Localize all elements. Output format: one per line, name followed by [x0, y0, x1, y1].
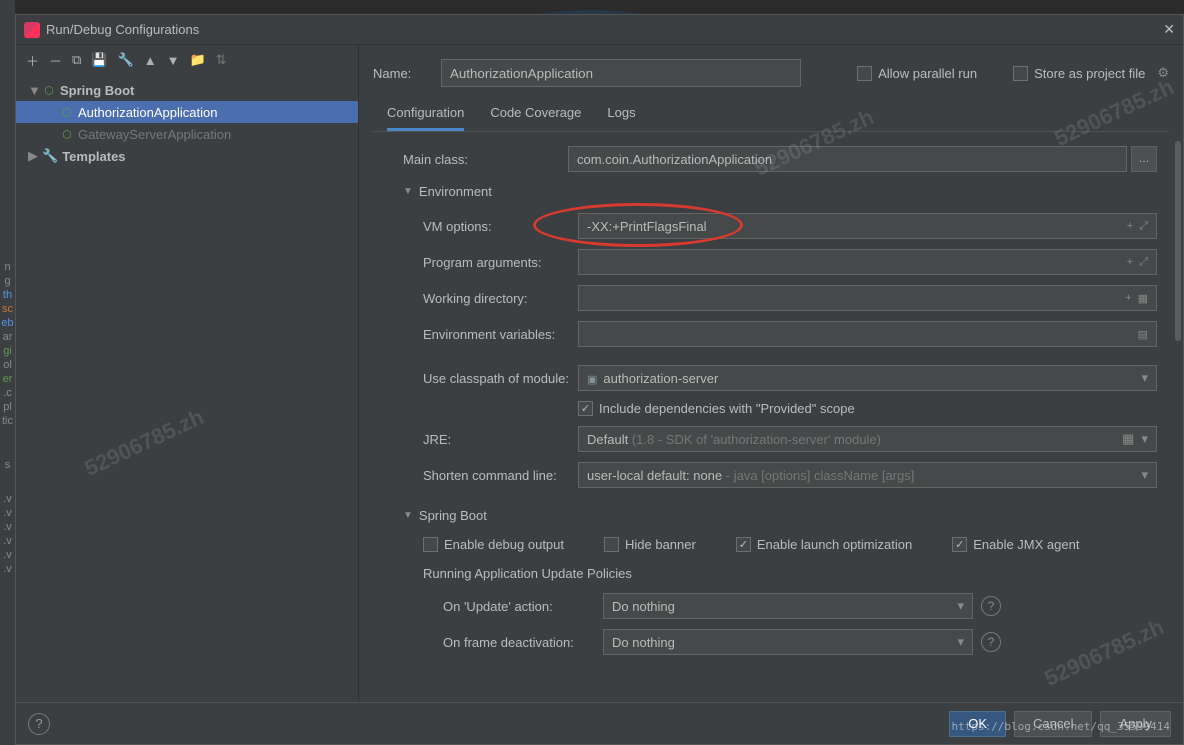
help-button[interactable]: ?: [28, 713, 50, 735]
window-title: Run/Debug Configurations: [46, 22, 1163, 37]
program-args-input[interactable]: +⤢: [578, 249, 1157, 275]
save-icon[interactable]: 💾: [91, 52, 107, 68]
classpath-select[interactable]: ▣authorization-server ▾: [578, 365, 1157, 391]
config-tabs: Configuration Code Coverage Logs: [373, 105, 1169, 132]
up-icon[interactable]: ▲: [144, 53, 157, 68]
browse-class-button[interactable]: …: [1131, 146, 1157, 172]
working-dir-label: Working directory:: [423, 291, 578, 306]
wrench-icon[interactable]: 🔧: [118, 52, 134, 68]
expand-icon[interactable]: ⤢: [1139, 220, 1148, 233]
expand-icon: ▶: [28, 148, 42, 164]
working-dir-input[interactable]: +▦: [578, 285, 1157, 311]
tab-configuration[interactable]: Configuration: [387, 105, 464, 131]
app-icon: [24, 22, 40, 38]
sort-icon[interactable]: ⇅: [216, 52, 227, 68]
add-icon[interactable]: +: [1125, 292, 1131, 305]
chevron-down-icon: ▾: [957, 634, 964, 650]
enable-launch-checkbox[interactable]: [736, 537, 751, 552]
scrollbar[interactable]: [1175, 141, 1181, 341]
on-update-select[interactable]: Do nothing▾: [603, 593, 973, 619]
jre-select[interactable]: Default (1.8 - SDK of 'authorization-ser…: [578, 426, 1157, 452]
shorten-cmd-label: Shorten command line:: [423, 468, 578, 483]
environment-section[interactable]: ▼ Environment: [403, 184, 1157, 199]
add-icon[interactable]: +: [1127, 256, 1133, 269]
module-icon: ▣: [587, 374, 597, 386]
help-icon[interactable]: ?: [981, 596, 1001, 616]
folder-icon[interactable]: 📁: [189, 52, 205, 68]
include-deps-label: Include dependencies with "Provided" sco…: [599, 401, 855, 416]
add-icon[interactable]: ＋: [26, 51, 39, 70]
spring-icon: ⬡: [60, 105, 74, 119]
allow-parallel-checkbox[interactable]: [857, 66, 872, 81]
env-vars-label: Environment variables:: [423, 327, 578, 342]
name-label: Name:: [373, 66, 423, 81]
tree-node-templates[interactable]: ▶ 🔧 Templates: [16, 145, 358, 167]
spring-boot-section[interactable]: ▼ Spring Boot: [403, 508, 1157, 523]
main-class-input[interactable]: com.coin.AuthorizationApplication: [568, 146, 1127, 172]
on-frame-label: On frame deactivation:: [443, 635, 603, 650]
spring-icon: ⬡: [60, 127, 74, 141]
store-project-checkbox[interactable]: [1013, 66, 1028, 81]
tab-code-coverage[interactable]: Code Coverage: [490, 105, 581, 131]
browse-icon[interactable]: ▦: [1122, 431, 1134, 446]
on-frame-select[interactable]: Do nothing▾: [603, 629, 973, 655]
expand-icon: ▼: [28, 83, 42, 98]
shorten-cmd-select[interactable]: user-local default: none - java [options…: [578, 462, 1157, 488]
vm-options-label: VM options:: [423, 219, 578, 234]
hide-banner-checkbox[interactable]: [604, 537, 619, 552]
name-input[interactable]: [441, 59, 801, 87]
tab-logs[interactable]: Logs: [607, 105, 635, 131]
chevron-down-icon: ▾: [1141, 370, 1148, 386]
remove-icon[interactable]: －: [49, 51, 62, 70]
chevron-down-icon: ▾: [1141, 431, 1148, 446]
program-args-label: Program arguments:: [423, 255, 578, 270]
on-update-label: On 'Update' action:: [443, 599, 603, 614]
run-debug-dialog: Run/Debug Configurations ✕ ＋ － ⧉ 💾 🔧 ▲ ▼…: [15, 14, 1184, 745]
copy-icon[interactable]: ⧉: [72, 52, 81, 68]
gear-icon: 🔧: [42, 148, 58, 164]
gear-icon[interactable]: ⚙: [1157, 65, 1169, 81]
ide-left-gutter: ng thsceb argioler .cpltic s .v.v.v.v.v.…: [0, 0, 15, 745]
add-icon[interactable]: +: [1127, 220, 1133, 233]
update-policies-heading: Running Application Update Policies: [403, 566, 1157, 581]
chevron-down-icon: ▾: [1141, 467, 1148, 483]
collapse-icon: ▼: [403, 186, 413, 197]
enable-debug-checkbox[interactable]: [423, 537, 438, 552]
main-class-label: Main class:: [403, 152, 568, 167]
help-icon[interactable]: ?: [981, 632, 1001, 652]
spring-icon: ⬡: [42, 83, 56, 97]
allow-parallel-label: Allow parallel run: [878, 66, 977, 81]
store-project-label: Store as project file: [1034, 66, 1145, 81]
enable-jmx-checkbox[interactable]: [952, 537, 967, 552]
chevron-down-icon: ▾: [957, 598, 964, 614]
tree-node-spring-boot[interactable]: ▼ ⬡ Spring Boot: [16, 79, 358, 101]
classpath-label: Use classpath of module:: [423, 371, 578, 386]
include-deps-checkbox[interactable]: [578, 401, 593, 416]
config-form-panel: Name: Allow parallel run Store as projec…: [359, 45, 1183, 702]
expand-icon[interactable]: ⤢: [1139, 256, 1148, 269]
env-vars-input[interactable]: ▤: [578, 321, 1157, 347]
jre-label: JRE:: [423, 432, 578, 447]
tree-node-gateway[interactable]: ⬡ GatewayServerApplication: [16, 123, 358, 145]
collapse-icon: ▼: [403, 510, 413, 521]
configurations-tree-panel: ＋ － ⧉ 💾 🔧 ▲ ▼ 📁 ⇅ ▼ ⬡ Spring Boot ⬡: [16, 45, 359, 702]
form-scroll-area: Main class: com.coin.AuthorizationApplic…: [373, 132, 1169, 702]
tree-node-authorization[interactable]: ⬡ AuthorizationApplication: [16, 101, 358, 123]
vm-options-input[interactable]: -XX:+PrintFlagsFinal +⤢: [578, 213, 1157, 239]
list-icon[interactable]: ▤: [1138, 328, 1148, 341]
titlebar: Run/Debug Configurations ✕: [16, 15, 1183, 45]
url-watermark: https://blog.csdn.net/qq_35599414: [951, 720, 1170, 733]
close-icon[interactable]: ✕: [1163, 21, 1175, 38]
tree-toolbar: ＋ － ⧉ 💾 🔧 ▲ ▼ 📁 ⇅: [16, 45, 358, 75]
browse-icon[interactable]: ▦: [1138, 292, 1148, 305]
down-icon[interactable]: ▼: [167, 53, 180, 68]
config-tree: ▼ ⬡ Spring Boot ⬡ AuthorizationApplicati…: [16, 75, 358, 702]
